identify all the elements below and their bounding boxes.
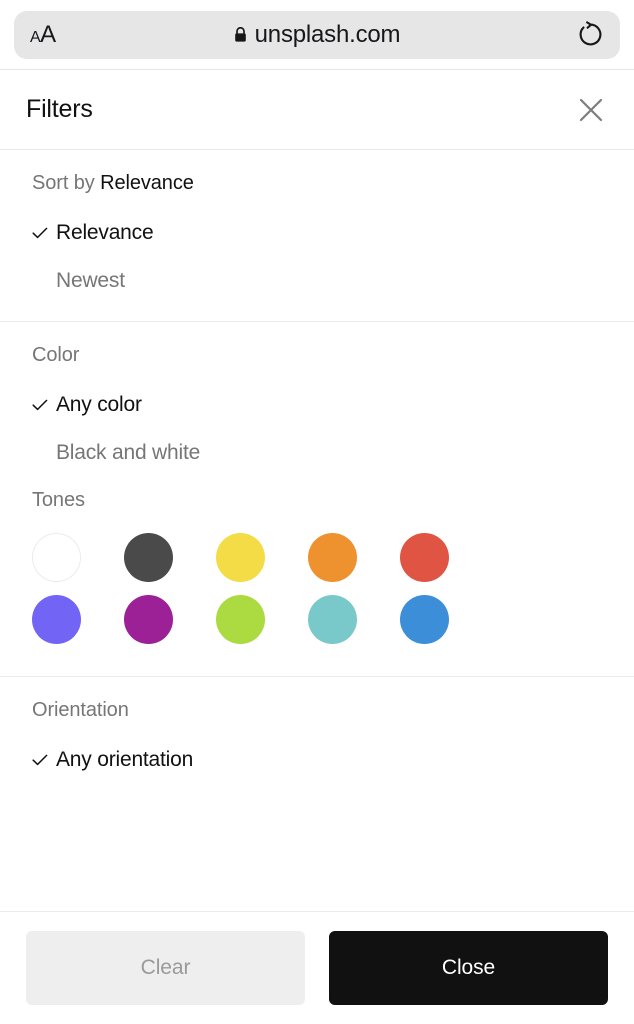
tone-swatch-teal[interactable] — [308, 594, 357, 644]
swatch-cell — [32, 526, 124, 588]
orientation-option-any[interactable]: Any orientation — [0, 736, 634, 784]
filters-footer: Clear Close — [0, 911, 634, 1024]
filters-header: Filters — [0, 70, 634, 150]
sort-label-prefix: Sort by — [32, 172, 95, 194]
sort-option-label: Relevance — [56, 221, 154, 244]
tone-swatch-green[interactable] — [216, 594, 265, 644]
reload-icon[interactable] — [577, 21, 604, 48]
swatch-cell — [400, 588, 492, 650]
sort-option-newest[interactable]: Newest — [0, 257, 634, 305]
url-text: unsplash.com — [254, 20, 401, 48]
orientation-section: Orientation Any orientation — [0, 677, 634, 800]
tone-swatch-blue[interactable] — [400, 594, 449, 644]
tone-swatch-magenta[interactable] — [124, 594, 173, 644]
color-option-black-and-white[interactable]: Black and white — [0, 429, 634, 477]
address-bar-center: unsplash.com — [14, 21, 620, 49]
swatch-cell — [216, 588, 308, 650]
tone-swatch-red[interactable] — [400, 532, 449, 582]
close-button[interactable]: Close — [329, 931, 608, 1005]
lock-icon — [234, 27, 247, 42]
tones-label: Tones — [32, 489, 85, 511]
sort-option-relevance[interactable]: Relevance — [0, 209, 634, 257]
orientation-option-label: Any orientation — [56, 748, 194, 771]
swatch-cell — [308, 588, 400, 650]
browser-toolbar: AA unsplash.com — [0, 0, 634, 70]
sort-section-label: Sort by Relevance — [0, 172, 634, 195]
color-option-label: Black and white — [56, 441, 201, 464]
tone-swatch-black[interactable] — [124, 532, 173, 582]
close-icon[interactable] — [574, 93, 608, 127]
swatch-cell — [308, 526, 400, 588]
check-icon — [32, 399, 56, 411]
color-section: Color Any color Black and white Tones — [0, 322, 634, 677]
tone-swatch-white[interactable] — [32, 532, 81, 582]
text-size-small-a: A — [30, 28, 41, 46]
tone-swatch-purple[interactable] — [32, 594, 81, 644]
color-option-any[interactable]: Any color — [0, 381, 634, 429]
tone-swatch-orange[interactable] — [308, 532, 357, 582]
text-size-icon[interactable]: AA — [30, 20, 56, 48]
clear-button[interactable]: Clear — [26, 931, 305, 1005]
sort-selected-value: Relevance — [100, 172, 194, 194]
page-title: Filters — [26, 95, 93, 123]
text-size-large-a: A — [40, 20, 56, 48]
swatch-cell — [124, 588, 216, 650]
tone-swatch-yellow[interactable] — [216, 532, 265, 582]
color-section-label: Color — [32, 344, 80, 366]
swatch-cell — [124, 526, 216, 588]
orientation-section-label: Orientation — [32, 699, 129, 721]
color-option-label: Any color — [56, 393, 142, 416]
check-icon — [32, 227, 56, 239]
check-icon — [32, 754, 56, 766]
swatch-cell — [32, 588, 124, 650]
swatch-cell — [400, 526, 492, 588]
address-bar[interactable]: AA unsplash.com — [14, 10, 620, 59]
swatch-cell — [216, 526, 308, 588]
tones-swatch-grid — [0, 520, 634, 660]
sort-section: Sort by Relevance Relevance Newest — [0, 150, 634, 322]
sort-option-label: Newest — [56, 269, 125, 292]
